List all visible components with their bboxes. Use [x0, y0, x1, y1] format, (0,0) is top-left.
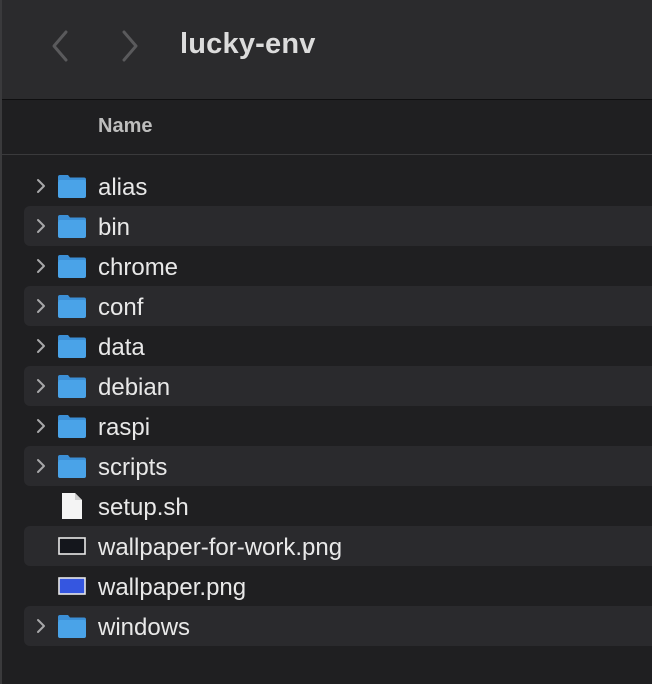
file-row-conf[interactable]: conf — [24, 286, 652, 326]
file-row-data[interactable]: data — [24, 326, 652, 366]
file-name-label: wallpaper-for-work.png — [98, 534, 343, 561]
chevron-right-icon — [37, 179, 45, 193]
file-row-chrome[interactable]: chrome — [24, 246, 652, 286]
folder-icon — [57, 252, 87, 280]
file-row-windows[interactable]: windows — [24, 606, 652, 646]
file-name-label: bin — [98, 214, 131, 241]
file-name-label: setup.sh — [98, 494, 189, 521]
file-row-scripts[interactable]: scripts — [24, 446, 652, 486]
document-icon — [57, 492, 87, 520]
chevron-right-icon — [37, 259, 45, 273]
disclosure-triangle[interactable] — [34, 216, 48, 236]
folder-icon — [57, 332, 87, 360]
disclosure-triangle[interactable] — [34, 336, 48, 356]
chevron-right-icon — [37, 299, 45, 313]
file-row-alias[interactable]: alias — [24, 166, 652, 206]
chevron-left-icon — [52, 30, 68, 62]
disclosure-triangle[interactable] — [34, 176, 48, 196]
forward-button[interactable] — [110, 26, 150, 66]
file-name-label: conf — [98, 294, 144, 321]
disclosure-triangle[interactable] — [34, 376, 48, 396]
file-name-label: chrome — [98, 254, 179, 281]
folder-icon — [57, 452, 87, 480]
folder-icon — [57, 412, 87, 440]
folder-icon — [57, 612, 87, 640]
window-title: lucky-env — [180, 28, 316, 60]
image-thumbnail-icon — [57, 572, 87, 600]
image-thumbnail-icon — [57, 532, 87, 560]
folder-icon — [57, 292, 87, 320]
disclosure-triangle[interactable] — [34, 456, 48, 476]
folder-icon — [57, 372, 87, 400]
chevron-right-icon — [37, 419, 45, 433]
file-name-label: scripts — [98, 454, 168, 481]
folder-icon — [57, 172, 87, 200]
file-name-label: data — [98, 334, 145, 361]
folder-icon — [57, 212, 87, 240]
toolbar: lucky-env — [2, 0, 652, 100]
disclosure-triangle[interactable] — [34, 416, 48, 436]
column-header-name[interactable]: Name — [98, 115, 152, 138]
disclosure-triangle[interactable] — [34, 296, 48, 316]
file-name-label: alias — [98, 174, 148, 201]
file-row-wallpaper-for-work-png[interactable]: wallpaper-for-work.png — [24, 526, 652, 566]
file-row-debian[interactable]: debian — [24, 366, 652, 406]
file-row-wallpaper-png[interactable]: wallpaper.png — [24, 566, 652, 606]
file-row-setup-sh[interactable]: setup.sh — [24, 486, 652, 526]
disclosure-triangle[interactable] — [34, 256, 48, 276]
file-name-label: windows — [98, 614, 191, 641]
chevron-right-icon — [37, 459, 45, 473]
file-name-label: raspi — [98, 414, 151, 441]
file-row-bin[interactable]: bin — [24, 206, 652, 246]
chevron-right-icon — [37, 219, 45, 233]
chevron-right-icon — [122, 30, 138, 62]
finder-window: lucky-env Name alias bin chrome conf data deb… — [0, 0, 652, 684]
file-name-label: debian — [98, 374, 171, 401]
chevron-right-icon — [37, 619, 45, 633]
column-header-row: Name — [2, 100, 652, 155]
chevron-right-icon — [37, 379, 45, 393]
back-button[interactable] — [40, 26, 80, 66]
chevron-right-icon — [37, 339, 45, 353]
file-list: alias bin chrome conf data debian raspi scripts… — [24, 166, 652, 646]
disclosure-triangle[interactable] — [34, 616, 48, 636]
file-row-raspi[interactable]: raspi — [24, 406, 652, 446]
file-name-label: wallpaper.png — [98, 574, 247, 601]
